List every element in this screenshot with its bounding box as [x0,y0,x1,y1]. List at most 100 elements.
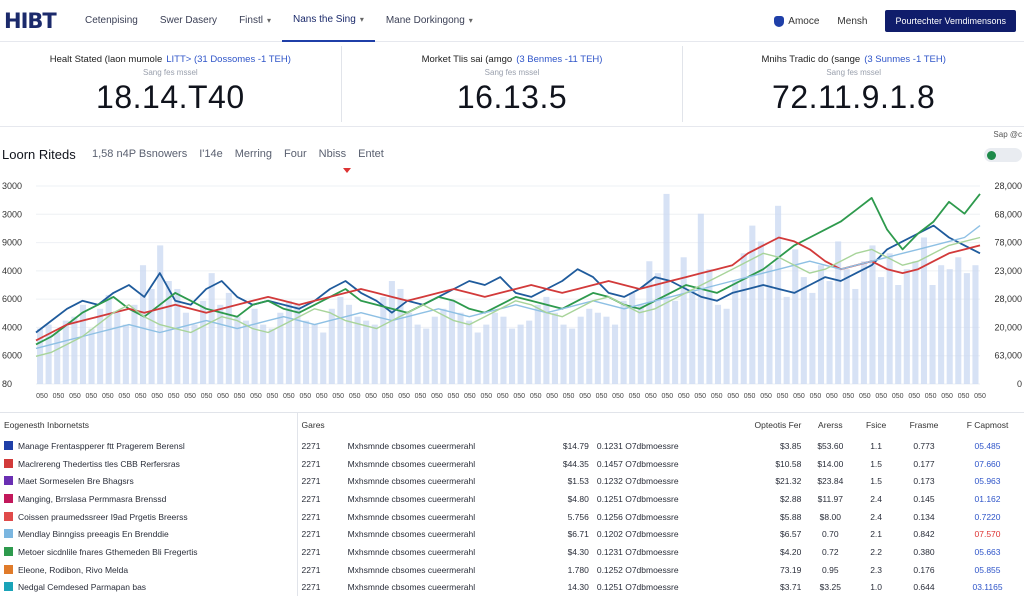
legend-swatch [4,459,13,468]
chart-bar [191,325,197,384]
row-name: Maet Sormeselen Bre Bhagsrs [18,476,134,486]
table-row[interactable]: Metoer sicdnlile fnares Gthemeden Bli Fr… [0,543,1024,561]
x-tick-label: 050 [365,393,377,400]
nav-item-0[interactable]: Cetenpising [74,0,149,42]
x-tick-label: 050 [974,393,986,400]
nav-item-1[interactable]: Swer Dasery [149,0,228,42]
x-tick-label: 050 [694,393,706,400]
account-link[interactable]: Amoce [774,16,819,27]
x-tick-label: 050 [875,393,887,400]
nav-item-3[interactable]: Nans the Sing▾ [282,0,375,42]
column-header-3[interactable] [543,413,593,437]
chart-bar [569,329,575,384]
chart-bar [861,261,867,384]
chart-bar [80,305,86,384]
chart-bar [552,313,558,384]
chart-bar [432,317,438,384]
table-row[interactable]: Manging, Brrslasa Permmasra Brenssd2271M… [0,490,1024,508]
nav-item-label: Cetenpising [85,15,138,26]
chart-tab-4[interactable]: Nbiss [319,148,347,160]
chart-toggle[interactable] [984,148,1022,162]
row-value-4: $14.00 [805,455,855,473]
row-description: Mxhsmnde cbsomes cueermerahl [344,490,543,508]
table-row[interactable]: Nedgal Cemdesed Parmapan bas2271Mxhsmnde… [0,579,1024,596]
table-row[interactable]: Maclrereng Thedertiss tles CBB Rerfersra… [0,455,1024,473]
x-tick-label: 050 [925,393,937,400]
chart-tab-5[interactable]: Entet [358,148,384,160]
column-header-4[interactable] [593,413,725,437]
chart-bar [689,289,695,384]
chart-bar [363,321,369,384]
column-header-6[interactable]: Arerss [805,413,855,437]
row-value-5: 1.5 [855,455,897,473]
menu-link[interactable]: Mensh [837,16,867,27]
chart-bar [406,313,412,384]
chart-tab-1[interactable]: I'14e [199,148,223,160]
table-row[interactable]: Manage Frentaspperer ftt Pragerem Berens… [0,437,1024,455]
row-value-5: 1.5 [855,472,897,490]
x-tick-label: 050 [892,393,904,400]
chart-bar [63,321,69,384]
chart-bar [972,265,978,384]
row-name: Coissen praumedssreer I9ad Prgetis Breer… [18,512,188,522]
legend-swatch [4,565,13,574]
kpi-highlight: LITT> (31 Dossomes -1 TEH) [166,54,291,65]
chart-bar [483,325,489,384]
row-description: Mxhsmnde cbsomes cueermerahl [344,579,543,596]
table-row[interactable]: Mendlay Binngiss preeagis En Brenddie227… [0,525,1024,543]
row-value-7: 05.963 [951,472,1024,490]
table-row[interactable]: Coissen praumedssreer I9ad Prgetis Breer… [0,508,1024,526]
chart-tab-2[interactable]: Merring [235,148,272,160]
table-row[interactable]: Maet Sormeselen Bre Bhagsrs2271Mxhsmnde … [0,472,1024,490]
chart-bar [586,309,592,384]
y-left-tick-label: 4000 [2,322,22,332]
chart-tab-3[interactable]: Four [284,148,307,160]
x-tick-label: 050 [711,393,723,400]
row-value-4: $11.97 [805,490,855,508]
row-date: 2271 [297,525,344,543]
chart-bar [269,329,275,384]
row-value-3: $4.20 [725,543,806,561]
chart-bar [603,317,609,384]
chart-bar [672,301,678,384]
row-date: 2271 [297,543,344,561]
x-tick-label: 050 [612,393,624,400]
row-name-cell: Metoer sicdnlile fnares Gthemeden Bli Fr… [0,543,297,561]
column-header-1[interactable]: Gares [297,413,344,437]
kpi-card-1: Morket Tlis sai (amgo(3 Benmes -11 TEH)S… [342,46,684,122]
chart-bar [106,295,112,384]
row-name-cell: Mendlay Binngiss preeagis En Brenddie [0,525,297,543]
row-value-6: 0.177 [897,455,951,473]
row-value-3: $6.57 [725,525,806,543]
legend-swatch [4,512,13,521]
x-tick-label: 050 [332,393,344,400]
chevron-down-icon: ▾ [469,16,473,25]
x-tick-label: 050 [497,393,509,400]
kpi-title-text: Healt Stated (laon mumole [50,54,162,65]
column-header-7[interactable]: Fsice [855,413,897,437]
chart-bar [252,309,258,384]
nav-item-4[interactable]: Mane Dorkingong▾ [375,0,484,42]
row-value-6: 0.773 [897,437,951,455]
row-description: Mxhsmnde cbsomes cueermerahl [344,437,543,455]
nav-item-2[interactable]: Finstl▾ [228,0,282,42]
column-header-2[interactable] [344,413,543,437]
chart-bar [955,257,961,384]
chart-bar [518,325,524,384]
cta-button[interactable]: Pourtechter Vemdimensons [885,10,1016,32]
row-value-3: $10.58 [725,455,806,473]
legend-swatch [4,494,13,503]
x-tick-label: 050 [908,393,920,400]
chart-tab-0[interactable]: 1,58 n4P Bsnowers [92,148,187,160]
x-tick-label: 050 [629,393,641,400]
x-tick-label: 050 [579,393,591,400]
brand-logo[interactable]: HIBT [4,9,64,33]
row-value-7: 0.7220 [951,508,1024,526]
x-tick-label: 050 [678,393,690,400]
top-navigation: HIBT Cetenpising Swer DaseryFinstl▾Nans t… [0,0,1024,42]
x-tick-label: 050 [398,393,410,400]
column-header-0[interactable]: Eogenesth Inbornetsts [0,413,297,437]
column-header-8[interactable]: Frasme [897,413,951,437]
column-header-9[interactable]: F Capmost [951,413,1024,437]
column-header-5[interactable]: Opteotis Fer [725,413,806,437]
